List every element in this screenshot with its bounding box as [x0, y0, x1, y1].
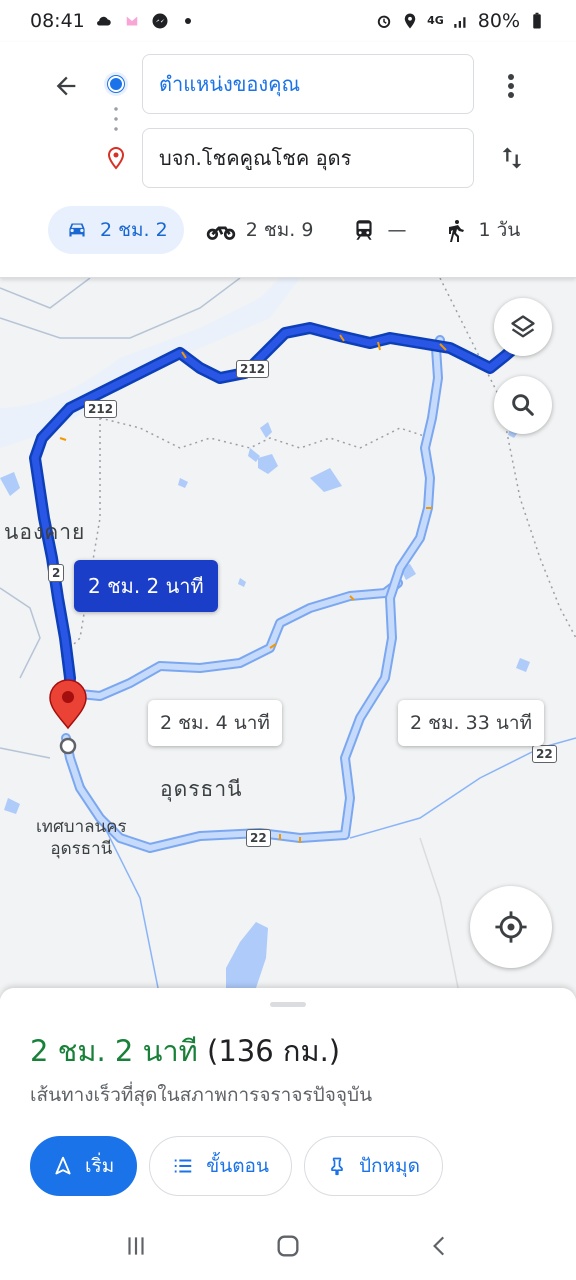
status-bar: 08:41 4G 80% — [0, 0, 576, 42]
motorcycle-icon — [206, 226, 235, 240]
place-label-udonthani: อุดรธานี — [160, 777, 243, 801]
swap-vert-icon — [502, 147, 522, 169]
layers-icon — [511, 315, 535, 338]
destination-field[interactable]: บจก.โชคคูณโชค อุดร — [142, 128, 474, 188]
road-shield: 22 — [246, 829, 271, 847]
directions-header: ตำแหน่งของคุณ บจก.โชคคูณโชค อุดร 2 ชม. 2… — [0, 42, 576, 278]
tab-motorcycle[interactable]: 2 ชม. 9 — [190, 206, 330, 254]
steps-button[interactable]: ขั้นตอน — [149, 1136, 292, 1196]
start-button[interactable]: เริ่ม — [30, 1136, 138, 1196]
list-icon — [174, 1159, 192, 1173]
back-button[interactable] — [46, 66, 86, 106]
signal-icon — [454, 17, 466, 28]
network-type: 4G — [427, 14, 444, 27]
travel-mode-tabs: 2 ชม. 2 2 ชม. 9 — 1 วัน — [0, 202, 576, 258]
route-tag-primary[interactable]: 2 ชม. 2 นาที — [74, 560, 218, 612]
tab-walk[interactable]: 1 วัน — [428, 206, 536, 254]
transit-icon — [356, 220, 373, 240]
route-tag-alt-2[interactable]: 2 ชม. 33 นาที — [398, 700, 545, 746]
road-shield: 22 — [532, 745, 557, 763]
route-tag-alt-1[interactable]: 2 ชม. 4 นาที — [148, 700, 282, 746]
pin-icon — [331, 1157, 343, 1176]
location-icon — [404, 13, 416, 29]
tab-motorcycle-label: 2 ชม. 9 — [245, 219, 314, 241]
destination-pin-icon — [107, 146, 125, 170]
origin-field[interactable]: ตำแหน่งของคุณ — [142, 54, 474, 114]
my-location-icon — [495, 911, 527, 943]
search-along-route-button[interactable] — [494, 376, 552, 434]
battery-percent: 80% — [477, 10, 520, 32]
recent-apps-icon[interactable] — [123, 1233, 149, 1259]
messenger-icon — [152, 13, 168, 29]
route-time: 2 ชม. 2 นาที — [30, 1034, 198, 1068]
road-shield: 212 — [236, 360, 270, 378]
battery-icon — [533, 12, 541, 29]
home-icon[interactable] — [274, 1232, 302, 1260]
start-button-label: เริ่ม — [85, 1155, 115, 1177]
arrow-back-icon — [56, 76, 76, 96]
route-dots-icon — [114, 104, 118, 134]
system-nav-bar — [0, 1212, 576, 1280]
app-notification-icon — [126, 16, 138, 26]
cloud-icon — [96, 16, 111, 26]
tab-drive[interactable]: 2 ชม. 2 — [48, 206, 184, 254]
status-time: 08:41 — [30, 10, 85, 32]
route-subtitle: เส้นทางเร็วที่สุดในสภาพการจราจรปัจจุบัน — [30, 1084, 373, 1106]
more-notifications-icon — [184, 18, 191, 24]
back-nav-icon[interactable] — [427, 1233, 453, 1259]
car-icon — [69, 223, 85, 237]
origin-dot-icon — [104, 72, 128, 96]
steps-button-label: ขั้นตอน — [206, 1155, 269, 1177]
layers-button[interactable] — [494, 298, 552, 356]
swap-button[interactable] — [492, 138, 532, 178]
municipality-line-2: อุดรธานี — [50, 839, 113, 859]
tab-walk-label: 1 วัน — [478, 219, 521, 241]
place-label-nongkhai: นองคาย — [4, 520, 86, 544]
place-label-municipality: เทศบาลนคร อุดรธานี — [36, 816, 127, 860]
alarm-icon — [377, 15, 391, 28]
road-shield: 212 — [84, 400, 118, 418]
tab-transit[interactable]: — — [335, 206, 422, 254]
pin-button-label: ปักหมุด — [358, 1155, 420, 1177]
more-options-button[interactable] — [496, 66, 526, 106]
navigation-icon — [55, 1156, 71, 1175]
route-duration: 2 ชม. 2 นาที (136 กม.) — [30, 1028, 340, 1074]
more-vert-icon — [508, 74, 514, 98]
map-canvas — [0, 278, 576, 998]
map-view[interactable]: 212 212 2 22 22 นองคาย อุดรธานี เทศบาลนค… — [0, 278, 576, 998]
municipality-line-1: เทศบาลนคร — [36, 817, 127, 837]
road-shield: 2 — [48, 564, 65, 582]
tab-drive-label: 2 ชม. 2 — [100, 219, 168, 241]
my-location-button[interactable] — [470, 886, 552, 968]
tab-transit-label: — — [387, 219, 407, 241]
sheet-drag-handle[interactable] — [270, 1002, 306, 1007]
pin-button[interactable]: ปักหมุด — [303, 1136, 443, 1196]
route-distance: (136 กม.) — [207, 1034, 341, 1068]
route-summary-sheet: 2 ชม. 2 นาที (136 กม.) เส้นทางเร็วที่สุด… — [0, 988, 576, 1212]
action-buttons: เริ่ม ขั้นตอน ปักหมุด — [30, 1136, 443, 1196]
walk-icon — [449, 220, 465, 242]
search-icon — [512, 394, 534, 416]
